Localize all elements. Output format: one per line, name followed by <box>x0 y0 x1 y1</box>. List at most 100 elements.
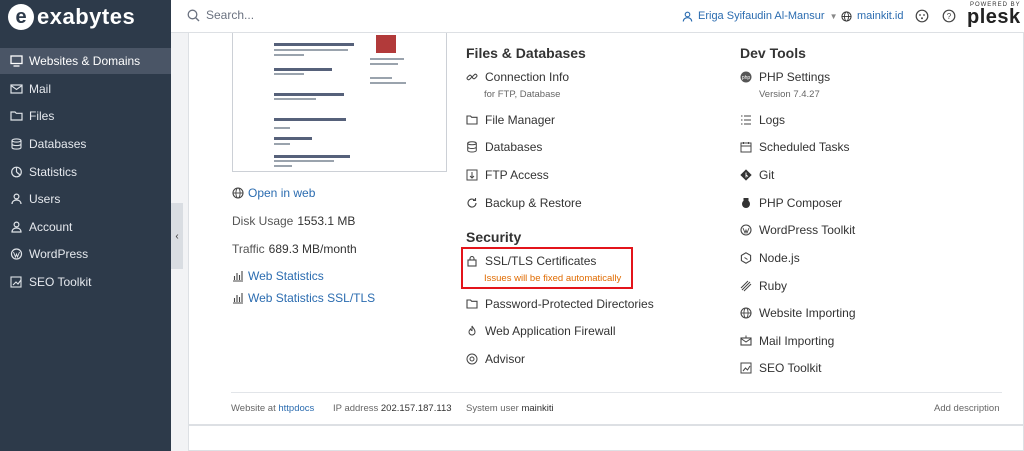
website-preview-thumbnail[interactable] <box>232 33 447 172</box>
svg-text:php: php <box>742 75 751 81</box>
sidebar-item-files[interactable]: Files <box>0 103 171 129</box>
nodejs-link[interactable]: Node.js <box>740 251 800 265</box>
fire-icon <box>468 325 476 336</box>
chevron-down-icon: ▼ <box>829 11 838 21</box>
calendar-icon <box>740 142 752 153</box>
file-manager-link[interactable]: File Manager <box>466 113 555 127</box>
ftp-access-link[interactable]: FTP Access <box>466 168 549 182</box>
monitor-icon <box>10 55 23 67</box>
search-input[interactable]: Search... <box>206 8 254 22</box>
database-icon <box>467 141 477 153</box>
password-protected-directories-label: Password-Protected Directories <box>485 297 654 311</box>
website-at-info: Website at httpdocs <box>231 403 314 414</box>
website-at-link[interactable]: httpdocs <box>278 403 314 414</box>
ip-address-value: 202.157.187.113 <box>380 403 452 414</box>
web-statistics-ssl-label: Web Statistics SSL/TLS <box>248 291 376 305</box>
web-application-firewall-link[interactable]: Web Application Firewall <box>466 324 616 338</box>
plesk-wordmark: plesk <box>967 6 1021 28</box>
ruby-link[interactable]: Ruby <box>740 279 787 293</box>
git-label: Git <box>759 168 775 182</box>
seo-toolkit-link[interactable]: SEO Toolkit <box>740 361 821 375</box>
sidebar-item-label: Websites & Domains <box>29 54 141 68</box>
link-icon <box>466 73 478 81</box>
php-settings-label: PHP Settings <box>759 70 831 84</box>
preview-image <box>376 35 396 53</box>
help-icon[interactable]: ? <box>942 9 956 23</box>
sidebar-item-statistics[interactable]: Statistics <box>0 159 171 185</box>
sidebar-collapse-button[interactable]: ‹ <box>171 203 183 269</box>
traffic-label: Traffic <box>232 242 265 256</box>
backup-restore-link[interactable]: Backup & Restore <box>466 196 582 210</box>
traffic: Traffic 689.3 MB/month <box>232 242 357 256</box>
git-link[interactable]: Git <box>740 168 774 182</box>
list-icon <box>741 115 751 125</box>
svg-text:?: ? <box>947 12 952 21</box>
password-protected-directories-link[interactable]: Password-Protected Directories <box>466 297 654 311</box>
file-icon <box>10 111 23 121</box>
brand-logo-mark: e <box>8 3 34 30</box>
databases-link[interactable]: Databases <box>466 140 542 154</box>
mail-import-icon <box>740 335 752 346</box>
user-icon <box>682 11 693 22</box>
wordpress-toolkit-link[interactable]: WordPress Toolkit <box>740 223 855 237</box>
subscription-menu[interactable]: mainkit.id <box>841 10 903 22</box>
sidebar-item-seo-toolkit[interactable]: SEO Toolkit <box>0 269 171 295</box>
file-manager-label: File Manager <box>485 113 556 127</box>
sidebar-item-label: Account <box>29 220 73 234</box>
php-settings-link[interactable]: php PHP Settings <box>740 70 830 84</box>
advisor-link[interactable]: Advisor <box>466 352 525 366</box>
wordpress-icon <box>10 248 23 260</box>
website-importing-link[interactable]: Website Importing <box>740 306 856 320</box>
sidebar-item-label: Files <box>29 109 55 123</box>
domain-name: mainkit.id <box>857 10 904 22</box>
composer-icon <box>742 198 750 208</box>
sidebar-item-label: Statistics <box>29 165 78 179</box>
ftp-icon <box>466 169 478 181</box>
web-statistics-ssl-link[interactable]: Web Statistics SSL/TLS <box>232 291 375 305</box>
sidebar-item-websites-domains[interactable]: Websites & Domains <box>0 48 171 74</box>
wordpress-toolkit-label: WordPress Toolkit <box>759 223 856 237</box>
stats-icon <box>11 166 22 178</box>
advisor-icon <box>466 353 478 365</box>
logs-label: Logs <box>759 113 786 127</box>
sidebar-item-label: Databases <box>29 137 87 151</box>
website-at-label: Website at <box>231 403 276 414</box>
account-icon <box>11 221 22 233</box>
sidebar-item-label: Mail <box>29 82 52 96</box>
sidebar-item-mail[interactable]: Mail <box>0 76 171 102</box>
disk-usage: Disk Usage 1553.1 MB <box>232 214 355 228</box>
php-composer-label: PHP Composer <box>759 196 843 210</box>
scheduled-tasks-link[interactable]: Scheduled Tasks <box>740 140 850 154</box>
backup-restore-label: Backup & Restore <box>485 196 582 210</box>
user-menu[interactable]: Eriga Syifaudin Al-Mansur ▼ <box>682 10 837 22</box>
files-databases-title: Files & Databases <box>466 45 586 61</box>
web-statistics-label: Web Statistics <box>248 269 324 283</box>
feedback-icon[interactable] <box>915 9 929 23</box>
card-divider <box>231 392 1002 393</box>
dev-tools-title: Dev Tools <box>740 45 806 61</box>
add-description-link[interactable]: Add description <box>934 403 999 414</box>
ssl-certificates-link[interactable]: SSL/TLS Certificates <box>466 254 596 268</box>
ssl-warning-text: Issues will be fixed automatically <box>484 273 622 284</box>
php-composer-link[interactable]: PHP Composer <box>740 196 842 210</box>
search-box[interactable]: Search... <box>187 8 254 22</box>
sidebar-item-users[interactable]: Users <box>0 186 171 212</box>
disk-usage-label: Disk Usage <box>232 214 294 228</box>
user-name: Eriga Syifaudin Al-Mansur <box>698 10 825 22</box>
sidebar-item-account[interactable]: Account <box>0 214 171 240</box>
connection-info-label: Connection Info <box>485 70 570 84</box>
mail-importing-link[interactable]: Mail Importing <box>740 334 834 348</box>
open-in-web-link[interactable]: Open in web <box>232 186 315 200</box>
sidebar-item-databases[interactable]: Databases <box>0 131 171 157</box>
brand-logo[interactable]: e exabytes <box>0 0 171 33</box>
bar-chart-icon <box>233 271 243 282</box>
ip-address-info: IP address 202.157.187.113 <box>333 403 452 414</box>
web-statistics-link[interactable]: Web Statistics <box>232 269 324 283</box>
lock-icon <box>467 255 477 267</box>
sidebar-item-wordpress[interactable]: WordPress <box>0 241 171 267</box>
chevron-left-icon: ‹ <box>175 230 179 242</box>
connection-info-link[interactable]: Connection Info <box>466 70 569 84</box>
system-user-info: System user mainkiti <box>466 403 554 414</box>
php-icon: php <box>740 71 752 83</box>
logs-link[interactable]: Logs <box>740 113 785 127</box>
